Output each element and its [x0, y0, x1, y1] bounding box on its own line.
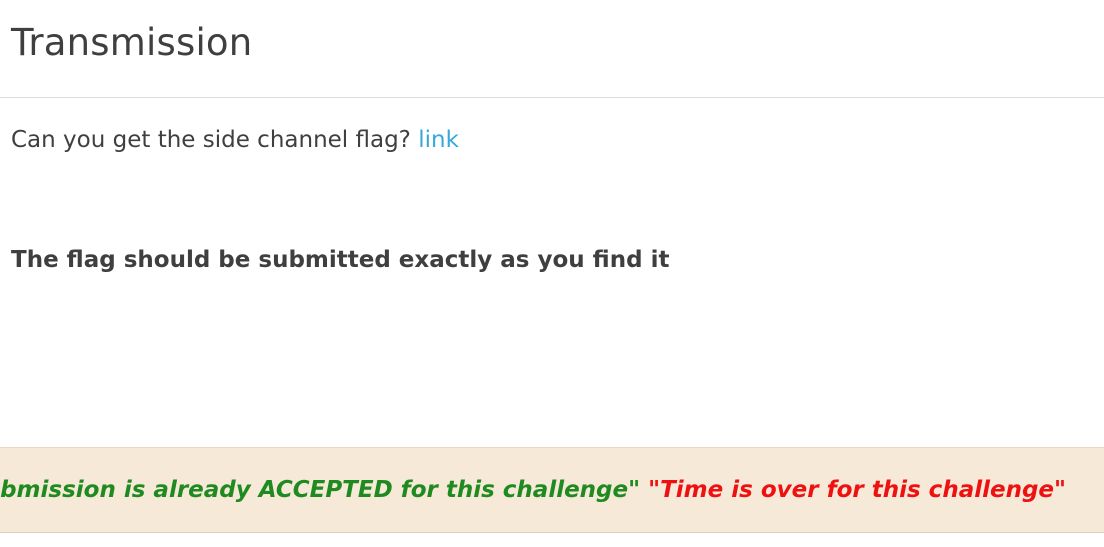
challenge-link[interactable]: link — [418, 127, 459, 153]
challenge-question: Can you get the side channel flag? link — [11, 125, 459, 155]
submission-note: The flag should be submitted exactly as … — [11, 247, 670, 273]
challenge-title: Transmission — [11, 21, 253, 64]
challenge-page: Transmission Can you get the side channe… — [0, 0, 1104, 547]
accepted-message: "Submission is already ACCEPTED for this… — [0, 477, 641, 503]
submission-status-bar: "Submission is already ACCEPTED for this… — [0, 447, 1104, 533]
question-text: Can you get the side channel flag? — [11, 127, 411, 153]
challenge-header: Transmission — [0, 0, 1104, 98]
submission-status: "Submission is already ACCEPTED for this… — [0, 475, 1066, 505]
challenge-description: Can you get the side channel flag? link … — [0, 99, 1104, 447]
time-over-message: "Time is over for this challenge" — [648, 477, 1066, 503]
